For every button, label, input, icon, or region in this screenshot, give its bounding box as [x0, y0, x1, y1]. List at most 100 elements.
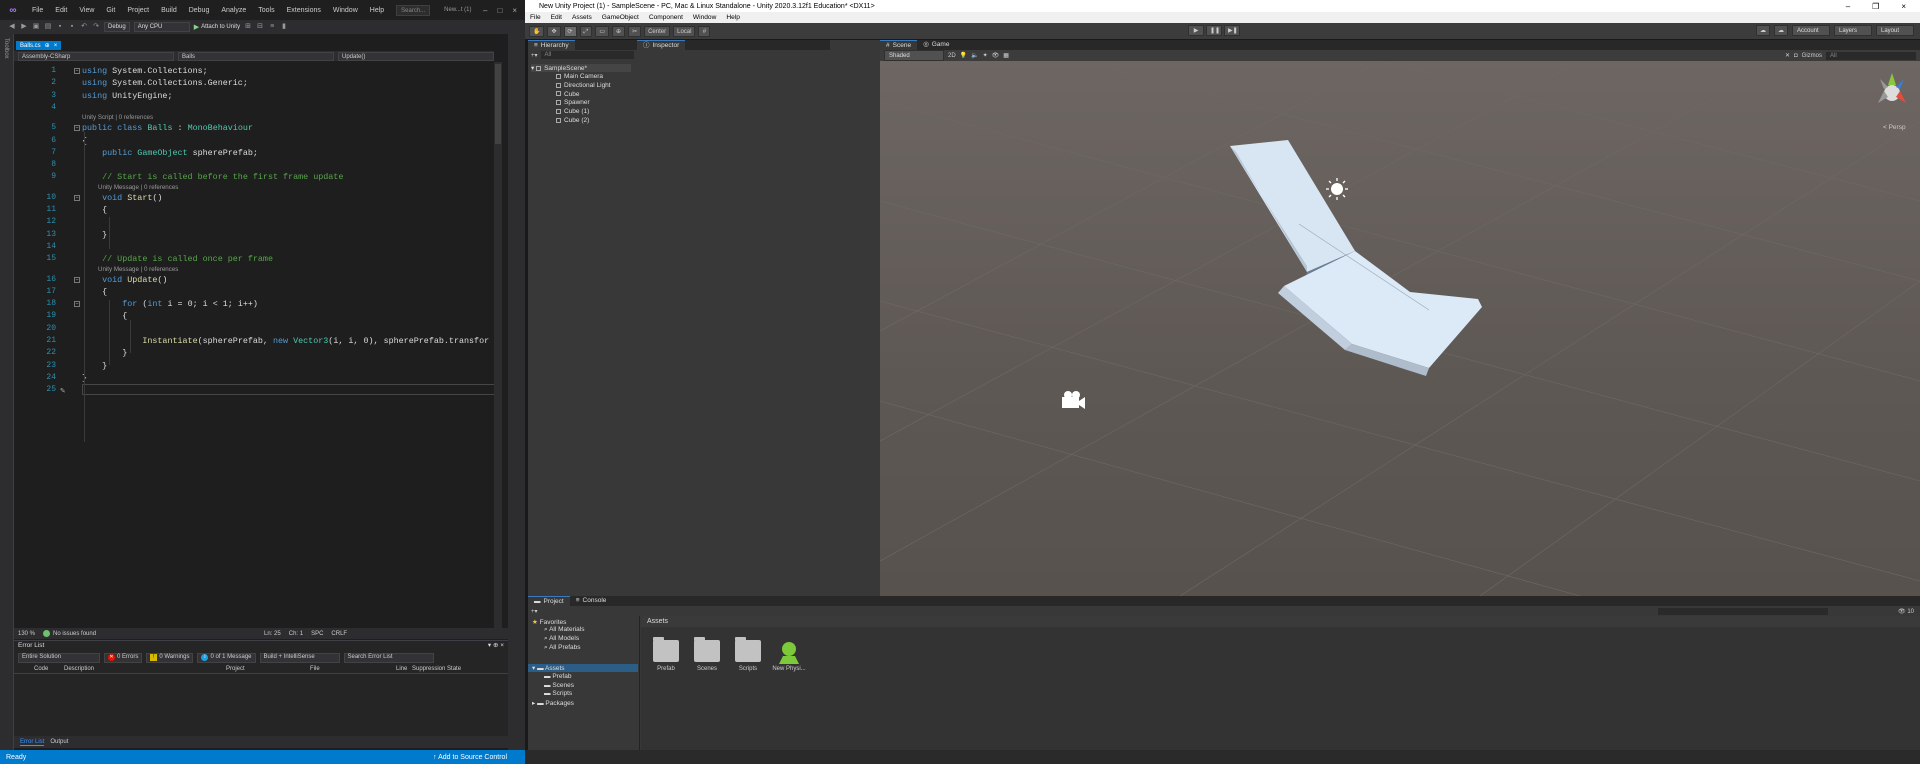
- redo-icon[interactable]: ↷: [92, 23, 100, 31]
- class-dropdown[interactable]: Balls: [178, 51, 334, 61]
- open-folder-icon[interactable]: ▤: [44, 23, 52, 31]
- toolbar-tool-icon[interactable]: ⊞: [244, 23, 252, 31]
- favorite-item[interactable]: ⌕ All Prefabs: [544, 644, 581, 652]
- tab-console[interactable]: ≡ Console: [570, 596, 613, 606]
- hierarchy-item[interactable]: Main Camera: [556, 73, 603, 80]
- save-all-icon[interactable]: ▪: [68, 23, 76, 31]
- code-line[interactable]: void Update(): [82, 275, 506, 285]
- camera-gizmo-icon[interactable]: [1062, 391, 1085, 409]
- error-search-input[interactable]: Search Error List: [343, 652, 434, 663]
- layers-dropdown[interactable]: Layers: [1834, 25, 1872, 36]
- tools-icon[interactable]: ✕: [1785, 52, 1790, 59]
- menu-tools[interactable]: Tools: [252, 7, 280, 14]
- code-line[interactable]: using System.Collections;: [82, 66, 506, 76]
- forward-icon[interactable]: ▶: [20, 23, 28, 31]
- move-tool-icon[interactable]: ✥: [547, 25, 561, 37]
- column-header-description[interactable]: Description: [64, 666, 226, 672]
- issues-indicator[interactable]: No issues found: [43, 629, 96, 637]
- favorite-item[interactable]: ⌕ All Materials: [544, 626, 585, 634]
- tab-hierarchy[interactable]: ≡ Hierarchy: [528, 40, 575, 50]
- favorite-item[interactable]: ⌕ All Models: [544, 635, 579, 643]
- menu-help[interactable]: Help: [364, 7, 390, 14]
- code-line[interactable]: for (int i = 0; i < 1; i++): [82, 299, 506, 309]
- code-line[interactable]: void Start(): [82, 193, 506, 203]
- fold-toggle-icon[interactable]: –: [74, 301, 80, 308]
- asset-item[interactable]: Scripts: [731, 637, 765, 672]
- custom-tool-icon[interactable]: ✂: [628, 25, 642, 37]
- code-line[interactable]: public GameObject spherePrefab;: [82, 148, 506, 158]
- close-icon[interactable]: ×: [512, 6, 517, 15]
- unity-menu-edit[interactable]: Edit: [551, 14, 562, 21]
- zoom-level[interactable]: 130 %: [18, 631, 35, 637]
- menu-edit[interactable]: Edit: [49, 7, 73, 14]
- scale-tool-icon[interactable]: ⤢: [579, 25, 593, 37]
- fold-toggle-icon[interactable]: –: [74, 276, 80, 283]
- toolbar-tool-icon[interactable]: ⊟: [256, 23, 264, 31]
- add-to-source-control[interactable]: ↑ Add to Source Control: [433, 754, 525, 761]
- add-icon[interactable]: +▾: [531, 608, 538, 615]
- tab-scene[interactable]: # Scene: [880, 40, 918, 50]
- warnings-filter[interactable]: ! 0 Warnings: [146, 652, 194, 663]
- step-icon[interactable]: ▶❚: [1224, 25, 1240, 36]
- code-line[interactable]: {: [82, 136, 506, 146]
- unity-menu-assets[interactable]: Assets: [572, 14, 592, 21]
- save-icon[interactable]: ▪: [56, 23, 64, 31]
- packages-node[interactable]: ▸ ▬ Packages: [532, 699, 574, 707]
- collab-icon[interactable]: ☁: [1756, 25, 1770, 36]
- add-icon[interactable]: +▾: [531, 52, 538, 59]
- hidden-objects-icon[interactable]: 👁: [992, 52, 1000, 59]
- camera-settings-icon[interactable]: ▦: [1003, 52, 1009, 59]
- codelens[interactable]: Unity Message | 0 references: [98, 184, 178, 191]
- tab-inspector[interactable]: ⓘ Inspector: [637, 40, 686, 50]
- code-line[interactable]: using UnityEngine;: [82, 91, 506, 101]
- hierarchy-item[interactable]: Directional Light: [556, 82, 611, 89]
- asset-folder-item[interactable]: ▬ Prefab: [544, 673, 571, 680]
- menu-project[interactable]: Project: [121, 7, 155, 14]
- fold-toggle-icon[interactable]: –: [74, 125, 80, 132]
- line-ending[interactable]: CRLF: [331, 631, 347, 637]
- editor-vertical-scrollbar[interactable]: [494, 62, 502, 628]
- asset-folder-item[interactable]: ▬ Scenes: [544, 682, 574, 689]
- config-dropdown[interactable]: Debug: [104, 22, 130, 32]
- play-icon[interactable]: ▶: [1188, 25, 1204, 36]
- favorites-node[interactable]: ★ Favorites: [532, 618, 566, 626]
- unity-menu-gameobject[interactable]: GameObject: [602, 14, 639, 21]
- gizmos-dropdown[interactable]: Gizmos: [1802, 53, 1822, 59]
- code-line[interactable]: {: [82, 205, 506, 215]
- perspective-label[interactable]: < Persp: [1883, 124, 1906, 131]
- code-line[interactable]: }: [82, 373, 506, 383]
- menu-extensions[interactable]: Extensions: [281, 7, 327, 14]
- codelens[interactable]: Unity Message | 0 references: [98, 266, 178, 273]
- new-file-icon[interactable]: ▣: [32, 23, 40, 31]
- rotate-tool-icon[interactable]: ⟳: [563, 25, 577, 37]
- scene-viewport[interactable]: < Persp: [880, 61, 1920, 596]
- hierarchy-item[interactable]: Cube (2): [556, 117, 589, 124]
- bookmark-icon[interactable]: ▮: [280, 23, 288, 31]
- maximize-icon[interactable]: □: [497, 6, 502, 15]
- hierarchy-item[interactable]: Cube (1): [556, 108, 589, 115]
- menu-window[interactable]: Window: [327, 7, 364, 14]
- member-dropdown[interactable]: Update(): [338, 51, 494, 61]
- pivot-toggle[interactable]: Center: [644, 25, 671, 37]
- layout-dropdown[interactable]: Layout: [1876, 25, 1914, 36]
- effects-icon[interactable]: ✦: [983, 52, 988, 59]
- scrollbar-thumb[interactable]: [495, 64, 501, 144]
- assets-node[interactable]: ▾ ▬ Assets: [528, 664, 638, 672]
- column-header-line[interactable]: Line: [396, 666, 412, 672]
- cloud-icon[interactable]: ☁: [1774, 25, 1788, 36]
- asset-item[interactable]: Scenes: [690, 637, 724, 672]
- vs-search-box[interactable]: Search...: [396, 4, 431, 16]
- tab-game[interactable]: ◎ Game: [917, 40, 955, 50]
- space-toggle[interactable]: Local: [673, 25, 696, 37]
- hierarchy-search-input[interactable]: All: [540, 51, 634, 59]
- code-line[interactable]: {: [82, 311, 506, 321]
- scene-root[interactable]: ▾ SampleScene*: [531, 64, 631, 72]
- tab-close-icon[interactable]: ×: [54, 43, 58, 49]
- back-icon[interactable]: ◀: [8, 23, 16, 31]
- menu-git[interactable]: Git: [100, 7, 121, 14]
- shading-dropdown[interactable]: Shaded: [884, 50, 944, 61]
- fold-toggle-icon[interactable]: –: [74, 68, 80, 74]
- orientation-gizmo[interactable]: [1878, 73, 1906, 103]
- menu-debug[interactable]: Debug: [183, 7, 216, 14]
- tab-project[interactable]: ▬ Project: [528, 596, 570, 606]
